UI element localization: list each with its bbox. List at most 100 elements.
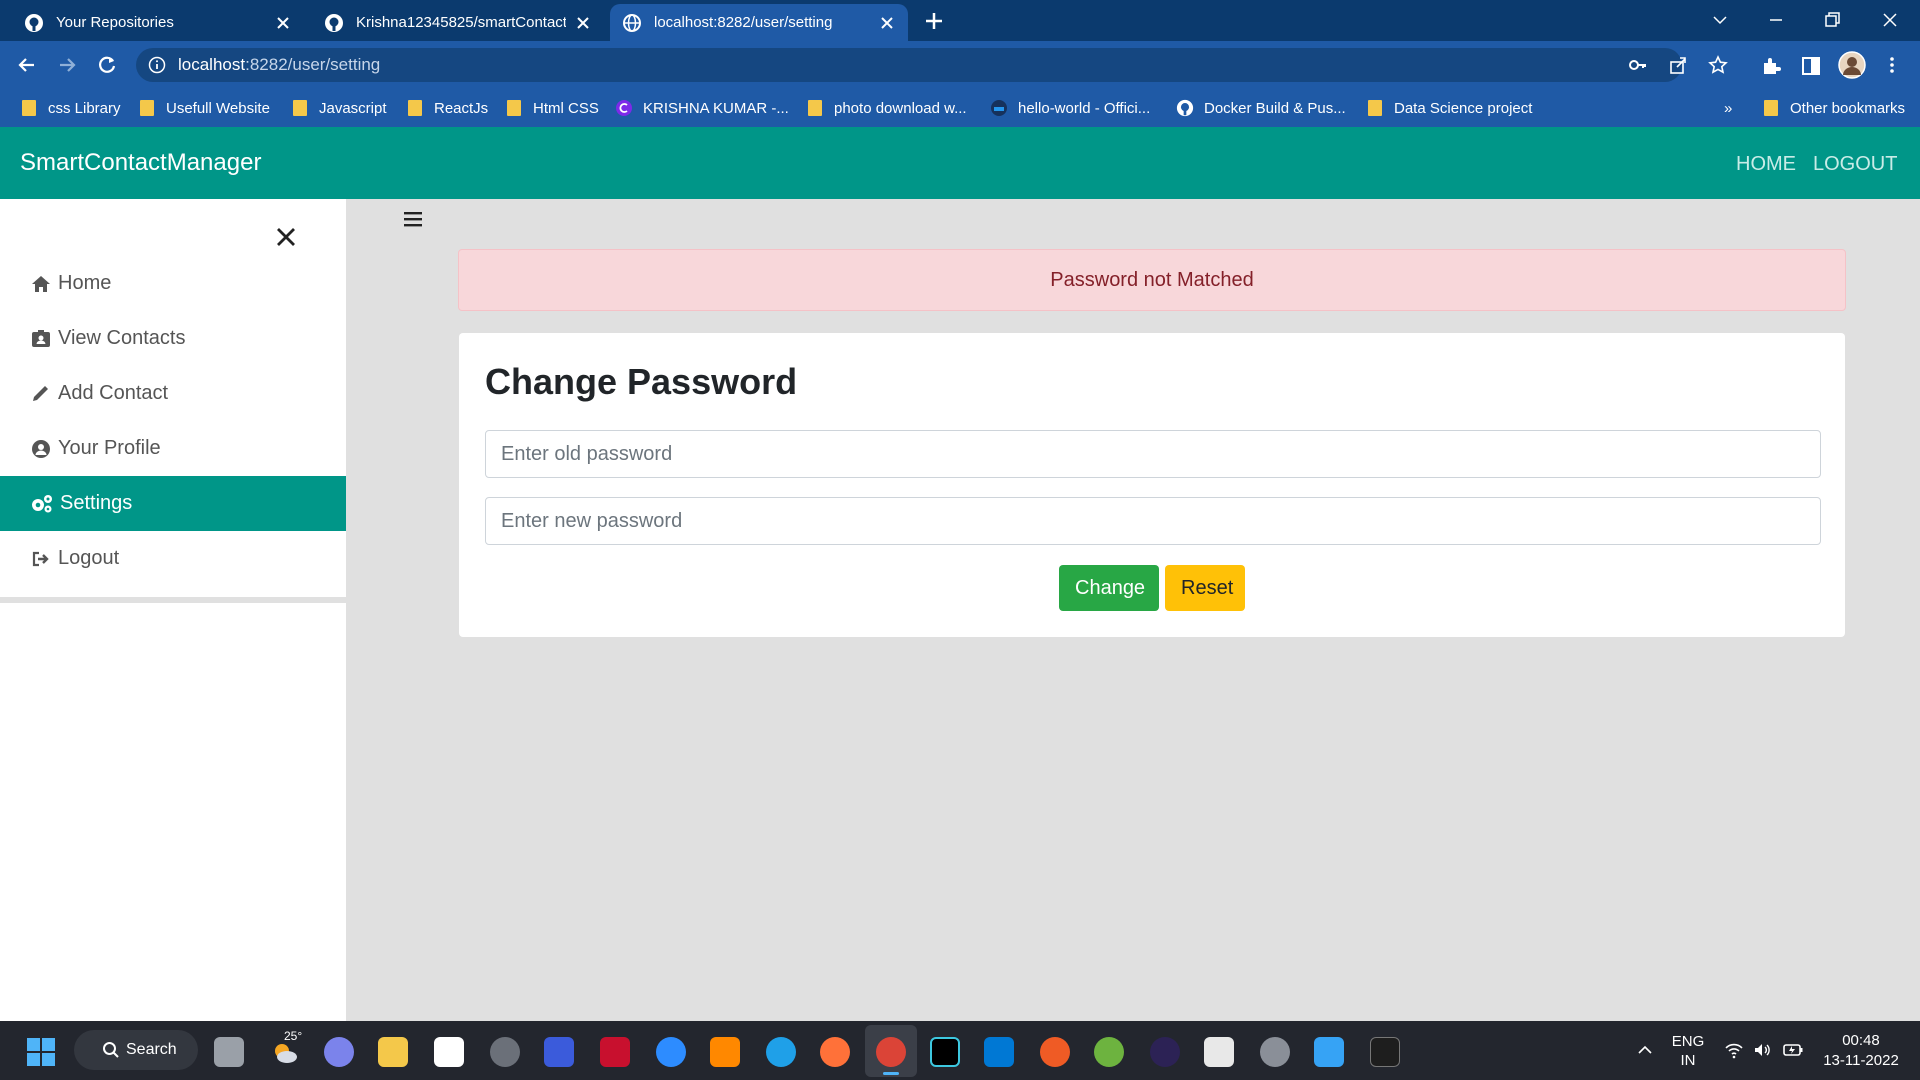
folder-icon	[1368, 100, 1382, 116]
tab-github-repo[interactable]: Krishna12345825/smartContact-m	[312, 4, 604, 41]
windows-taskbar: Search 25° ENG IN 00:48 13-11-2022	[0, 1021, 1920, 1080]
sidebar-item-view-contacts[interactable]: View Contacts	[0, 311, 346, 366]
old-password-input[interactable]	[485, 430, 1821, 478]
battery-icon[interactable]	[1782, 1042, 1804, 1058]
taskbar-search[interactable]: Search	[74, 1030, 198, 1070]
clock[interactable]: 00:48 13-11-2022	[1816, 1031, 1906, 1071]
bookmark-photo-download[interactable]: photo download w...	[808, 95, 967, 121]
tray-chevron-up-icon[interactable]	[1636, 1043, 1654, 1057]
clock-date: 13-11-2022	[1823, 1052, 1899, 1069]
windows-start-icon[interactable]	[26, 1037, 56, 1067]
snipping-tool-icon[interactable]	[1204, 1037, 1234, 1067]
nav-logout-link[interactable]: LOGOUT	[1813, 153, 1897, 176]
bookmark-docker-build[interactable]: Docker Build & Pus...	[1176, 95, 1346, 121]
share-icon[interactable]	[1668, 55, 1688, 75]
vs-modeler-icon[interactable]	[544, 1037, 574, 1067]
close-sidebar-icon[interactable]	[274, 225, 298, 249]
site-info-icon[interactable]	[148, 56, 166, 74]
close-tab-icon[interactable]	[878, 14, 896, 32]
new-tab-plus-icon[interactable]	[922, 9, 946, 33]
vlc-icon[interactable]	[710, 1037, 740, 1067]
mcafee-icon[interactable]	[600, 1037, 630, 1067]
spring-tool-icon[interactable]	[1094, 1037, 1124, 1067]
photos-icon[interactable]	[1314, 1037, 1344, 1067]
chrome-icon[interactable]	[876, 1037, 906, 1067]
error-alert: Password not Matched	[458, 249, 1846, 311]
bookmark-html-css[interactable]: Html CSS	[507, 95, 599, 121]
bookmark-reactjs[interactable]: ReactJs	[408, 95, 488, 121]
wifi-icon[interactable]	[1724, 1041, 1744, 1059]
sidebar-item-your-profile[interactable]: Your Profile	[0, 421, 346, 476]
more-menu-icon[interactable]	[1882, 55, 1902, 75]
sign-out-icon	[32, 551, 49, 566]
extensions-puzzle-icon[interactable]	[1760, 55, 1782, 77]
microsoft-store-icon[interactable]	[434, 1037, 464, 1067]
forward-arrow-icon[interactable]	[54, 52, 80, 78]
bookmark-krishna-kumar[interactable]: KRISHNA KUMAR -...	[615, 95, 789, 121]
brand-title[interactable]: SmartContactManager	[20, 149, 261, 177]
bookmark-label: Javascript	[319, 99, 387, 117]
password-key-icon[interactable]	[1628, 55, 1648, 75]
restore-icon[interactable]	[1820, 8, 1844, 32]
terminal-icon[interactable]	[1370, 1037, 1400, 1067]
address-bar[interactable]: localhost:8282/user/setting	[136, 48, 1682, 82]
close-tab-icon[interactable]	[274, 14, 292, 32]
reset-button[interactable]: Reset	[1165, 565, 1245, 611]
edge-icon[interactable]	[766, 1037, 796, 1067]
settings-gear-icon[interactable]	[1260, 1037, 1290, 1067]
zoom-icon[interactable]	[656, 1037, 686, 1067]
taskbar-search-label: Search	[126, 1041, 177, 1058]
nav-home-link[interactable]: HOME	[1736, 153, 1796, 176]
teams-chat-icon[interactable]	[324, 1037, 354, 1067]
bookmark-usefull-website[interactable]: Usefull Website	[140, 95, 270, 121]
vscode-icon[interactable]	[984, 1037, 1014, 1067]
firefox-icon[interactable]	[820, 1037, 850, 1067]
eclipse-icon[interactable]	[1150, 1037, 1180, 1067]
address-card-icon	[32, 329, 50, 347]
sidebar-item-add-contact[interactable]: Add Contact	[0, 366, 346, 421]
bookmark-label: ReactJs	[434, 99, 489, 117]
sidebar-item-label: Logout	[58, 547, 120, 569]
profile-avatar[interactable]	[1838, 51, 1866, 79]
bookmark-hello-world[interactable]: hello-world - Offici...	[990, 95, 1150, 121]
browser-tab-strip: Your Repositories Krishna12345825/smartC…	[0, 0, 1920, 41]
tab-localhost-setting[interactable]: localhost:8282/user/setting	[610, 4, 908, 41]
bookmark-label: Usefull Website	[166, 99, 270, 117]
weather-temp: 25°	[284, 1029, 303, 1043]
tab-search-chevron-icon[interactable]	[1708, 8, 1732, 32]
task-view-icon[interactable]	[214, 1037, 244, 1067]
new-password-input[interactable]	[485, 497, 1821, 545]
folder-icon	[507, 100, 521, 116]
volume-icon[interactable]	[1752, 1041, 1772, 1059]
hamburger-menu-icon[interactable]	[402, 209, 424, 229]
sidebar-item-logout[interactable]: Logout	[0, 531, 346, 586]
sidebar-item-label: Settings	[60, 492, 133, 514]
close-window-icon[interactable]	[1878, 8, 1902, 32]
bookmark-javascript[interactable]: Javascript	[293, 95, 387, 121]
file-explorer-icon[interactable]	[378, 1037, 408, 1067]
bookmark-label: Docker Build & Pus...	[1204, 99, 1346, 117]
bookmark-data-science[interactable]: Data Science project	[1368, 95, 1532, 121]
sidebar-item-home[interactable]: Home	[0, 256, 346, 311]
back-arrow-icon[interactable]	[14, 52, 40, 78]
reload-icon[interactable]	[94, 52, 120, 78]
tab-your-repositories[interactable]: Your Repositories	[12, 4, 304, 41]
app-navbar: SmartContactManager HOME LOGOUT	[0, 127, 1920, 199]
other-bookmarks[interactable]: Other bookmarks	[1764, 95, 1905, 121]
sidebar-item-settings[interactable]: Settings	[0, 476, 346, 531]
bookmark-css-library[interactable]: css Library	[22, 95, 121, 121]
tab-title: Krishna12345825/smartContact-m	[356, 14, 566, 31]
bookmark-label: KRISHNA KUMAR -...	[643, 99, 789, 117]
bookmarks-overflow-button[interactable]: »	[1724, 95, 1732, 121]
postman-icon[interactable]	[1040, 1037, 1070, 1067]
home-icon	[32, 275, 50, 292]
close-tab-icon[interactable]	[574, 14, 592, 32]
unity-hub-icon[interactable]	[490, 1037, 520, 1067]
github-icon	[25, 13, 43, 32]
intellij-icon[interactable]	[930, 1037, 960, 1067]
side-panel-icon[interactable]	[1800, 55, 1822, 77]
change-button[interactable]: Change	[1059, 565, 1159, 611]
language-indicator[interactable]: ENG IN	[1666, 1032, 1710, 1070]
minimize-icon[interactable]	[1764, 8, 1788, 32]
bookmark-star-icon[interactable]	[1708, 55, 1728, 75]
